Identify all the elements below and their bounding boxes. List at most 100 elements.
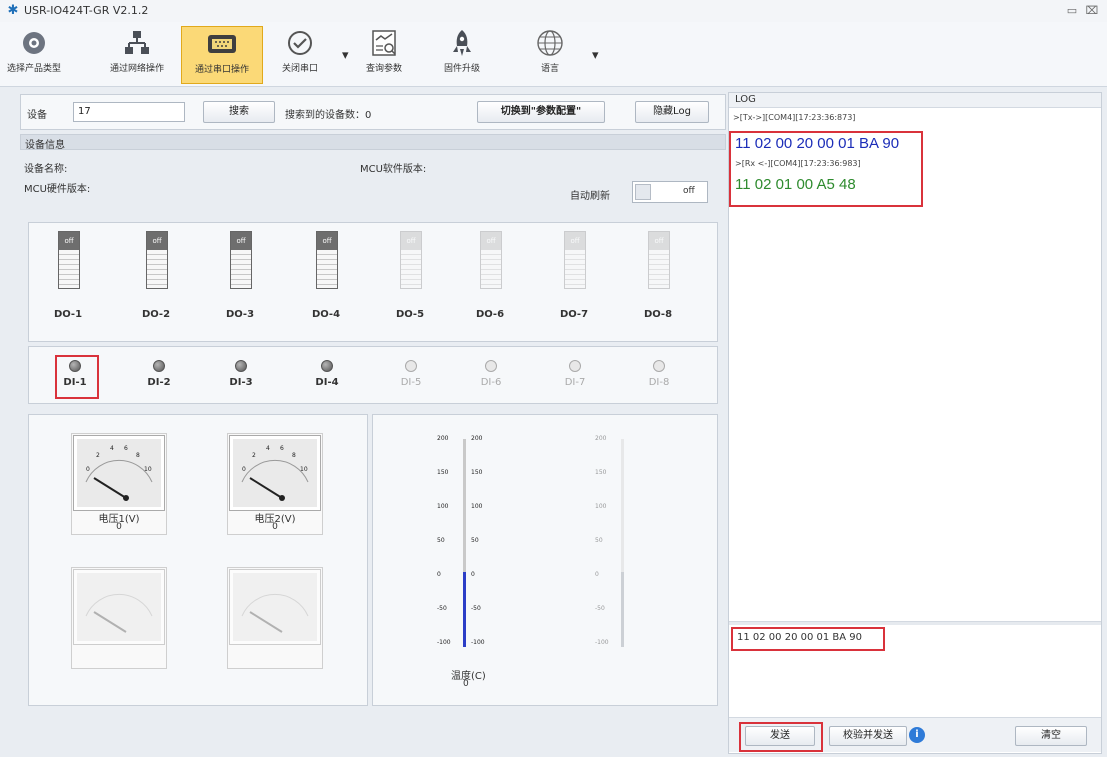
do-label: DO-4 xyxy=(311,309,341,320)
send-button[interactable]: 发送 xyxy=(745,726,815,746)
log-entry-header: >[Rx <-][COM4][17:23:36:983] xyxy=(735,159,861,168)
thermo-tick: 50 xyxy=(595,537,603,544)
toolbar-network[interactable]: 通过网络操作 xyxy=(100,26,174,82)
log-panel: LOG >[Tx->][COM4][17:23:36:873] 11 02 00… xyxy=(728,92,1102,754)
thermo-tick: 200 xyxy=(437,435,449,442)
auto-refresh-toggle[interactable]: off xyxy=(632,181,708,203)
close-port-dropdown-icon[interactable]: ▾ xyxy=(342,48,349,63)
thermo-tick: 0 xyxy=(595,571,599,578)
network-icon xyxy=(120,28,154,58)
thermometer-fill xyxy=(621,572,624,647)
toolbar-firmware[interactable]: 固件升级 xyxy=(434,26,490,82)
thermo-tick: -50 xyxy=(437,605,447,612)
clear-button[interactable]: 清空 xyxy=(1015,726,1087,746)
di-label: DI-8 xyxy=(648,377,670,388)
thermo-tick: -50 xyxy=(471,605,481,612)
found-count-label: 搜索到的设备数：0 xyxy=(285,110,372,121)
di-led xyxy=(405,360,417,372)
di-led xyxy=(485,360,497,372)
device-name-label: 设备名称: xyxy=(24,164,68,175)
language-dropdown-icon[interactable]: ▾ xyxy=(592,48,599,63)
do-switch: off xyxy=(480,231,502,289)
do-switch[interactable]: off xyxy=(58,231,80,289)
toolbar-label: 语言 xyxy=(540,64,559,74)
window-title: USR-IO424T-GR V2.1.2 xyxy=(24,4,149,17)
toolbar-label: 固件升级 xyxy=(443,64,480,74)
thermo-tick: 150 xyxy=(471,469,483,476)
voltage1-gauge: 0 2 4 6 8 10 电压1(V) 0 xyxy=(71,433,167,535)
toolbar-language[interactable]: 语言 xyxy=(522,26,578,82)
do-switch[interactable]: off xyxy=(230,231,252,289)
do-switch[interactable]: off xyxy=(316,231,338,289)
hide-log-button[interactable]: 隐藏Log xyxy=(635,101,709,123)
title-bar: ✱ USR-IO424T-GR V2.1.2 ▭ ⌧ xyxy=(0,0,1107,23)
gauge-tick: 4 xyxy=(110,445,114,452)
verify-send-button[interactable]: 校验并发送 xyxy=(829,726,907,746)
gauge-value: 0 xyxy=(116,522,122,532)
toolbar-close-port[interactable]: 关闭串口 xyxy=(272,26,328,82)
gauge-tick: 6 xyxy=(124,445,128,452)
thermometer-value: 0 xyxy=(463,679,469,689)
gauge-tick: 10 xyxy=(144,466,152,473)
di-label: DI-3 xyxy=(229,377,253,388)
gauge-tick: 0 xyxy=(86,466,90,473)
do-state: off xyxy=(565,232,585,250)
close-button[interactable]: ⌧ xyxy=(1084,3,1100,19)
do-label: DO-6 xyxy=(475,309,505,320)
info-icon[interactable]: i xyxy=(909,727,925,743)
toolbar-label: 选择产品类型 xyxy=(6,64,61,74)
device-bar: 设备 17 搜索 搜索到的设备数：0 切换到"参数配置" 隐藏Log xyxy=(20,94,726,130)
query-params-icon xyxy=(367,28,401,58)
log-actions: 发送 校验并发送 i 清空 xyxy=(729,717,1101,752)
gauge-tick: 4 xyxy=(266,445,270,452)
mcu-hardware-label: MCU硬件版本: xyxy=(24,184,91,195)
toolbar-query-params[interactable]: 查询参数 xyxy=(356,26,412,82)
toggle-knob xyxy=(635,184,651,200)
digital-output-panel: off DO-1 off DO-2 off DO-3 off DO-4 off … xyxy=(28,222,718,342)
thermo-tick: 200 xyxy=(471,435,483,442)
close-port-icon xyxy=(283,28,317,58)
toolbar-product-type[interactable]: 选择产品类型 xyxy=(6,26,62,82)
send-textarea[interactable]: 11 02 00 20 00 01 BA 90 xyxy=(729,625,1101,713)
thermometer-disabled: 200 150 100 50 0 -50 -100 xyxy=(595,435,665,663)
device-input[interactable]: 17 xyxy=(73,102,185,122)
minimize-button[interactable]: ▭ xyxy=(1064,3,1080,19)
gauge-tick: 0 xyxy=(242,466,246,473)
di-led xyxy=(653,360,665,372)
do-switch: off xyxy=(400,231,422,289)
thermo-tick: -100 xyxy=(471,639,485,646)
thermometer-fill xyxy=(463,572,466,647)
switch-params-button[interactable]: 切换到"参数配置" xyxy=(477,101,605,123)
do-label: DO-3 xyxy=(225,309,255,320)
di-label: DI-1 xyxy=(63,377,87,388)
thermo-tick: -100 xyxy=(595,639,609,646)
toolbar-serial[interactable]: 通过串口操作 xyxy=(181,26,263,84)
thermo-tick: 0 xyxy=(437,571,441,578)
toolbar-label: 查询参数 xyxy=(365,64,402,74)
device-label: 设备 xyxy=(27,110,47,121)
search-button[interactable]: 搜索 xyxy=(203,101,275,123)
voltage-gauges-panel: 0 2 4 6 8 10 电压1(V) 0 0 2 4 6 8 10 电压2(V… xyxy=(28,414,368,706)
do-switch[interactable]: off xyxy=(146,231,168,289)
thermo-tick: 150 xyxy=(595,469,607,476)
thermo-tick: 150 xyxy=(437,469,449,476)
do-label: DO-5 xyxy=(395,309,425,320)
gauge-tick: 2 xyxy=(252,452,256,459)
do-label: DO-8 xyxy=(643,309,673,320)
do-state: off xyxy=(649,232,669,250)
do-state: off xyxy=(317,232,337,250)
toolbar-label: 通过串口操作 xyxy=(194,65,249,75)
gauge-dial xyxy=(73,569,165,645)
di-led xyxy=(569,360,581,372)
gauge-tick: 2 xyxy=(96,452,100,459)
thermo-tick: -100 xyxy=(437,639,451,646)
do-label: DO-7 xyxy=(559,309,589,320)
gauge-3-disabled xyxy=(71,567,167,669)
di-label: DI-5 xyxy=(400,377,422,388)
di-label: DI-7 xyxy=(564,377,586,388)
di-led xyxy=(69,360,81,372)
di-label: DI-4 xyxy=(315,377,339,388)
log-tx-data: 11 02 00 20 00 01 BA 90 xyxy=(735,135,900,152)
gauge-tick: 10 xyxy=(300,466,308,473)
mcu-software-label: MCU软件版本: xyxy=(360,164,427,175)
